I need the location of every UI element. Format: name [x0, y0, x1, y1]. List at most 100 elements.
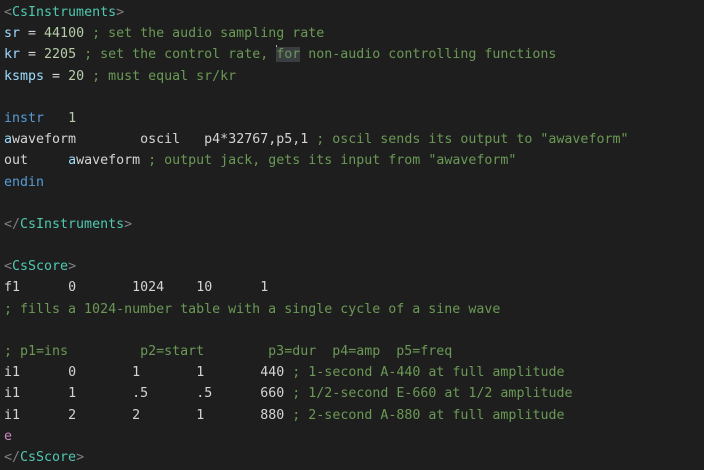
code-token: < [4, 259, 13, 275]
code-token: ; must equal sr/kr [84, 68, 237, 84]
code-token: > [76, 449, 85, 465]
code-token: = [20, 26, 45, 42]
code-token: e [4, 428, 13, 444]
code-line[interactable]: kr = 2205 ; set the control rate, for no… [0, 44, 704, 65]
code-token: instr [4, 110, 45, 126]
code-token: 1 [68, 386, 77, 402]
code-line[interactable]: ; fills a 1024-number table with a singl… [0, 299, 704, 320]
code-token: kr [4, 47, 21, 63]
code-token: i1 [4, 386, 21, 402]
code-line[interactable]: ksmps = 20 ; must equal sr/kr [0, 66, 704, 87]
code-token: 2 [68, 407, 77, 423]
code-token: 880 [260, 407, 285, 423]
code-token: 1 [196, 407, 205, 423]
code-token: 20 [68, 68, 85, 84]
code-line[interactable]: </CsScore> [0, 447, 704, 468]
code-token: ; output jack, gets its input from "awav… [140, 153, 517, 169]
code-editor[interactable]: <CsInstruments> sr = 44100 ; set the audi… [0, 0, 704, 470]
code-token: oscil [140, 132, 181, 148]
code-token: ; set the audio sampling rate [84, 26, 325, 42]
code-token: </ [4, 449, 21, 465]
code-token: a [4, 132, 13, 148]
code-line[interactable] [0, 193, 704, 214]
code-token: = [44, 68, 69, 84]
code-token: waveform [12, 132, 77, 148]
code-token: = [20, 47, 45, 63]
code-line[interactable]: endin [0, 172, 704, 193]
code-line[interactable]: awaveform oscil p4*32767,p5,1 ; oscil se… [0, 129, 704, 150]
code-token: i1 [4, 365, 21, 381]
code-token: CsScore [12, 259, 69, 275]
code-token: .5 [132, 386, 149, 402]
code-token: CsInstruments [12, 5, 117, 20]
code-token: </ [4, 216, 21, 232]
code-line[interactable]: out awaveform ; output jack, gets its in… [0, 150, 704, 171]
code-line[interactable] [0, 87, 704, 108]
code-token: a [68, 153, 77, 169]
code-token: ; fills a 1024-number table with a singl… [4, 301, 501, 317]
code-token: sr [4, 26, 21, 42]
code-token: i1 [4, 407, 21, 423]
code-line[interactable]: f1 0 1024 10 1 [0, 277, 704, 298]
code-token: > [68, 259, 77, 275]
code-token: 2205 [44, 47, 77, 63]
code-token: out [4, 153, 29, 169]
code-line[interactable]: i1 1 .5 .5 660 ; 1/2-second E-660 at 1/2… [0, 383, 704, 404]
code-token: ; 1/2-second E-660 at 1/2 amplitude [284, 386, 573, 402]
code-token: 1 [68, 110, 77, 126]
code-token: 1 [260, 280, 269, 296]
code-token: < [4, 5, 13, 20]
code-token: 660 [260, 386, 285, 402]
code-line[interactable] [0, 235, 704, 256]
code-token: ; p1=ins p2=start p3=dur p4=amp p5=freq [4, 344, 453, 359]
code-token: 1 [132, 365, 141, 381]
code-line[interactable]: sr = 44100 ; set the audio sampling rate [0, 23, 704, 44]
code-token: non-audio controlling functions [300, 47, 557, 63]
code-token: ksmps [4, 68, 45, 84]
code-token: endin [4, 174, 45, 190]
code-line[interactable]: </CsInstruments> [0, 214, 704, 235]
code-token: ; 2-second A-880 at full amplitude [284, 407, 565, 423]
code-line[interactable]: i1 0 1 1 440 ; 1-second A-440 at full am… [0, 362, 704, 383]
code-token: 440 [260, 365, 285, 381]
code-token: ; 1-second A-440 at full amplitude [284, 365, 565, 381]
code-line[interactable] [0, 320, 704, 341]
code-line[interactable]: <CsScore> [0, 256, 704, 277]
code-line[interactable]: instr 1 [0, 108, 704, 129]
code-token: .5 [196, 386, 213, 402]
code-line[interactable]: ; p1=ins p2=start p3=dur p4=amp p5=freq [0, 341, 704, 362]
code-token: p4*32767,p5,1 [204, 132, 309, 148]
code-token: 2 [132, 407, 141, 423]
code-token: CsInstruments [20, 216, 125, 232]
code-line[interactable]: e [0, 426, 704, 447]
code-token: ; oscil sends its output to "awaveform" [308, 132, 629, 148]
code-line[interactable]: <CsInstruments> [0, 2, 704, 23]
code-line[interactable]: i1 2 2 1 880 ; 2-second A-880 at full am… [0, 405, 704, 426]
code-token: > [116, 5, 125, 20]
code-token: 44100 [44, 26, 85, 42]
cursor-word-highlight: for [276, 47, 301, 63]
code-token: 0 [68, 280, 77, 296]
code-token: 1 [196, 365, 205, 381]
code-token: > [124, 216, 133, 232]
code-token: 0 [68, 365, 77, 381]
